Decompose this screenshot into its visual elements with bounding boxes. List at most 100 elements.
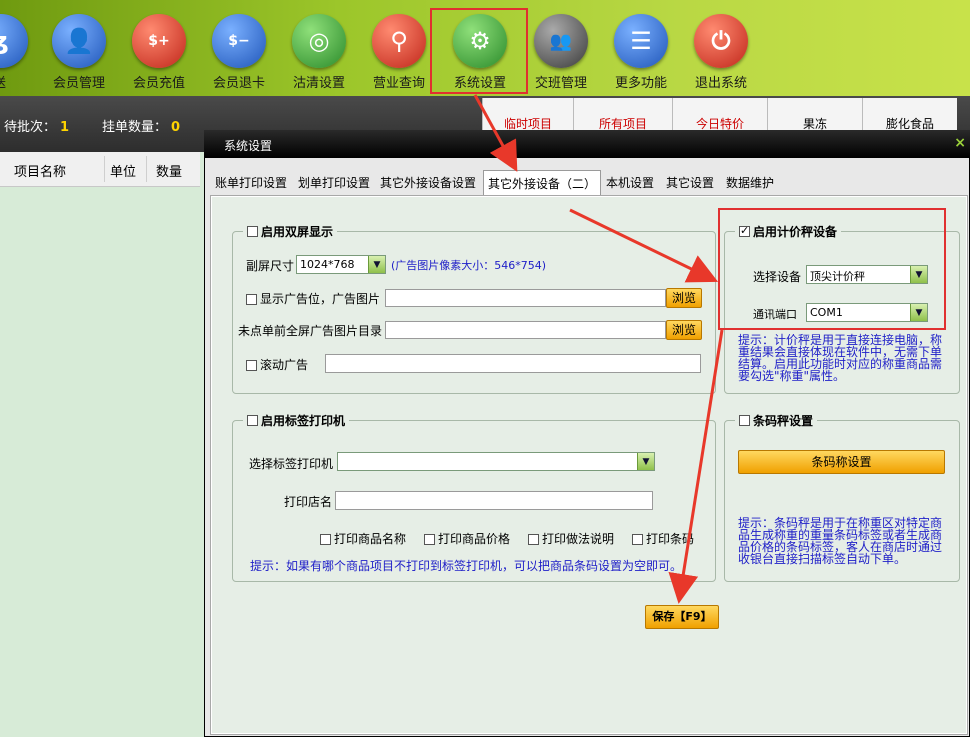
barcode-scale-hint: 提示：条码秤是用于在称重区对特定商 品生成称重的重量条码标签或者生成商 品价格的…	[738, 517, 956, 565]
scale-highlight-box	[718, 208, 946, 330]
dual-screen-checkbox[interactable]	[247, 226, 258, 237]
screen-size-label: 副屏尺寸	[246, 259, 295, 273]
tab-local-settings[interactable]: 本机设置	[602, 172, 658, 194]
toolbar-recharge-button[interactable]: $+ 会员充值	[120, 0, 198, 96]
screen-size-select[interactable]: 1024*768 ▼	[296, 255, 386, 274]
print-name-checkbox[interactable]	[320, 534, 331, 545]
tab-external-devices-2[interactable]: 其它外接设备（二）	[483, 170, 601, 197]
toolbar-soldout-button[interactable]: ◎ 沽清设置	[280, 0, 358, 96]
shop-name-input[interactable]	[335, 491, 653, 510]
dialog-titlebar[interactable]: 系统设置 ×	[204, 130, 970, 158]
team-icon: 👥	[534, 14, 588, 68]
toolbar-label: 更多功能	[614, 76, 667, 91]
save-button[interactable]: 保存【F9】	[645, 605, 719, 629]
plate-icon: ◎	[292, 14, 346, 68]
pending-value: 1	[60, 120, 70, 135]
print-method-label: 打印做法说明	[542, 532, 615, 546]
scroll-ad-option[interactable]: 滚动广告	[246, 356, 308, 373]
toolbar-more-button[interactable]: ☰ 更多功能	[602, 0, 680, 96]
column-divider	[146, 156, 147, 182]
print-name-option[interactable]: 打印商品名称	[320, 530, 406, 547]
toolbar-label: 沽清设置	[292, 76, 345, 91]
settings-highlight-box	[430, 8, 528, 94]
toolbar-label: 退出系统	[694, 76, 747, 91]
category-tab[interactable]: 所有项目	[573, 98, 672, 132]
column-divider	[104, 156, 105, 182]
chevron-down-icon[interactable]: ▼	[637, 453, 654, 470]
chevron-down-icon[interactable]: ▼	[368, 256, 385, 273]
label-printer-hint: 提示：如果有哪个商品项目不打印到标签打印机，可以把商品条码设置为空即可。	[250, 559, 683, 573]
show-ad-option[interactable]: 显示广告位，广告图片	[246, 290, 380, 307]
browse-ad-image-button[interactable]: 浏览	[666, 288, 702, 308]
barcode-scale-label: 条码秤设置	[753, 414, 814, 428]
toolbar-exit-button[interactable]: ⏻ 退出系统	[682, 0, 760, 96]
column-header-unit: 单位	[110, 165, 137, 180]
held-status: 挂单数量： 0	[102, 116, 180, 135]
pending-label: 待批次：	[4, 120, 57, 135]
scroll-ad-input[interactable]	[325, 354, 701, 373]
label-printer-title[interactable]: 启用标签打印机	[243, 412, 350, 429]
toolbar-shift-button[interactable]: 👥 交班管理	[522, 0, 600, 96]
refund-card-icon: $−	[212, 14, 266, 68]
category-tab[interactable]: 膨化食品	[862, 98, 957, 132]
fullscreen-ad-label: 未点单前全屏广告图片目录	[238, 324, 383, 338]
category-tab[interactable]: 果冻	[767, 98, 862, 132]
tab-data-maintenance[interactable]: 数据维护	[722, 172, 778, 194]
held-value: 0	[171, 120, 181, 135]
order-list-header: 项目名称 单位 数量	[0, 152, 200, 187]
label-printer-checkbox[interactable]	[247, 415, 258, 426]
toolbar-label: 会员管理	[52, 76, 105, 91]
category-tab[interactable]: 今日特价	[672, 98, 767, 132]
scroll-ad-checkbox[interactable]	[246, 360, 257, 371]
shop-name-label: 打印店名	[284, 495, 333, 509]
print-barcode-label: 打印条码	[646, 532, 695, 546]
toolbar-delivery-button[interactable]: ʒ 配送	[0, 0, 40, 96]
show-ad-checkbox[interactable]	[246, 294, 257, 305]
toolbar-label: 会员充值	[132, 76, 185, 91]
category-tab[interactable]: 临时项目	[482, 98, 573, 132]
toolbar-label: 会员退卡	[212, 76, 265, 91]
order-list[interactable]	[0, 152, 205, 737]
column-header-name: 项目名称	[14, 165, 67, 180]
tab-other-settings[interactable]: 其它设置	[662, 172, 718, 194]
fullscreen-ad-dir-input[interactable]	[385, 321, 666, 339]
tab-bill-print[interactable]: 账单打印设置	[210, 172, 292, 194]
print-method-option[interactable]: 打印做法说明	[528, 530, 614, 547]
print-price-option[interactable]: 打印商品价格	[424, 530, 510, 547]
dual-screen-title[interactable]: 启用双屏显示	[243, 223, 338, 240]
barcode-scale-title[interactable]: 条码秤设置	[735, 412, 818, 429]
member-icon: 👤	[52, 14, 106, 68]
tab-external-devices[interactable]: 其它外接设备设置	[376, 172, 480, 194]
print-price-checkbox[interactable]	[424, 534, 435, 545]
print-barcode-option[interactable]: 打印条码	[632, 530, 694, 547]
scale-hint: 提示：计价秤是用于直接连接电脑，称 重结果会直接体现在软件中，无需下单 结算。启…	[738, 334, 956, 382]
dialog-title: 系统设置	[224, 139, 273, 153]
toolbar-label: 交班管理	[534, 76, 587, 91]
label-printer-select[interactable]: ▼	[337, 452, 655, 471]
label-printer-select-label: 选择标签打印机	[249, 457, 334, 471]
print-method-checkbox[interactable]	[528, 534, 539, 545]
toolbar-label: 营业查询	[372, 76, 425, 91]
scale-hint-line: 要勾选"称重"属性。	[738, 369, 846, 383]
print-name-label: 打印商品名称	[334, 532, 407, 546]
recharge-icon: $+	[132, 14, 186, 68]
ad-size-hint: (广告图片像素大小：546*754)	[391, 259, 547, 272]
ad-image-input[interactable]	[385, 289, 666, 307]
barcode-scale-checkbox[interactable]	[739, 415, 750, 426]
held-label: 挂单数量：	[102, 120, 168, 135]
close-icon[interactable]: ×	[954, 135, 966, 151]
show-ad-label: 显示广告位，广告图片	[260, 292, 381, 306]
tab-kitchen-print[interactable]: 划单打印设置	[294, 172, 374, 194]
toolbar-member-button[interactable]: 👤 会员管理	[40, 0, 118, 96]
list-icon: ☰	[614, 14, 668, 68]
print-barcode-checkbox[interactable]	[632, 534, 643, 545]
column-header-qty: 数量	[156, 165, 183, 180]
toolbar-refund-card-button[interactable]: $− 会员退卡	[200, 0, 278, 96]
scroll-ad-label: 滚动广告	[260, 358, 309, 372]
magnifier-icon: ⚲	[372, 14, 426, 68]
browse-ad-dir-button[interactable]: 浏览	[666, 320, 702, 340]
print-price-label: 打印商品价格	[438, 532, 511, 546]
toolbar-report-button[interactable]: ⚲ 营业查询	[360, 0, 438, 96]
barcode-scale-settings-button[interactable]: 条码称设置	[738, 450, 945, 474]
dual-screen-label: 启用双屏显示	[261, 225, 334, 239]
